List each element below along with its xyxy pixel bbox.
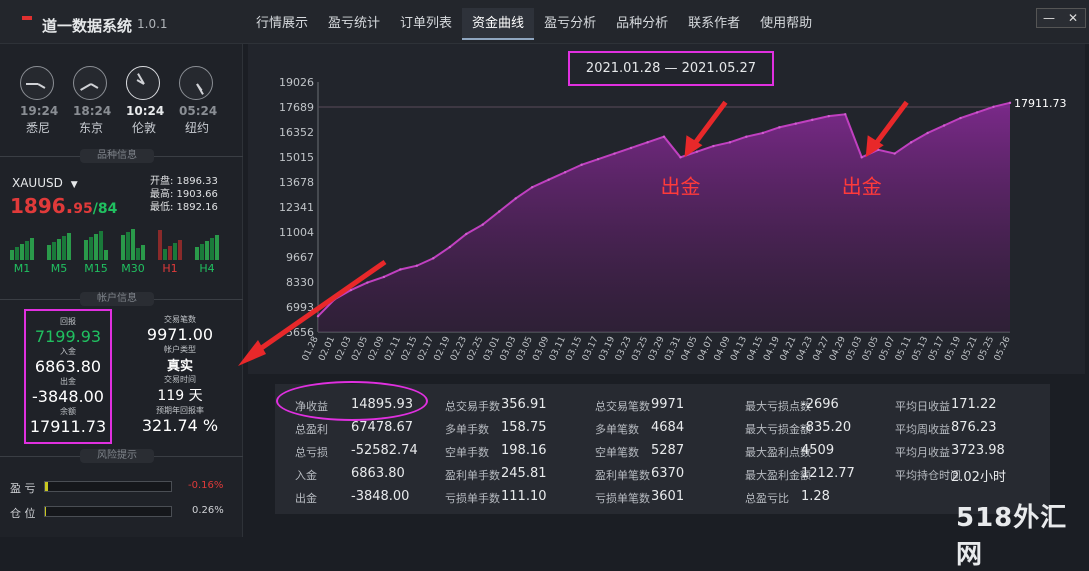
arrow-head	[238, 340, 266, 366]
arrow-to-account	[248, 259, 387, 359]
annotation-arrows	[238, 259, 387, 366]
